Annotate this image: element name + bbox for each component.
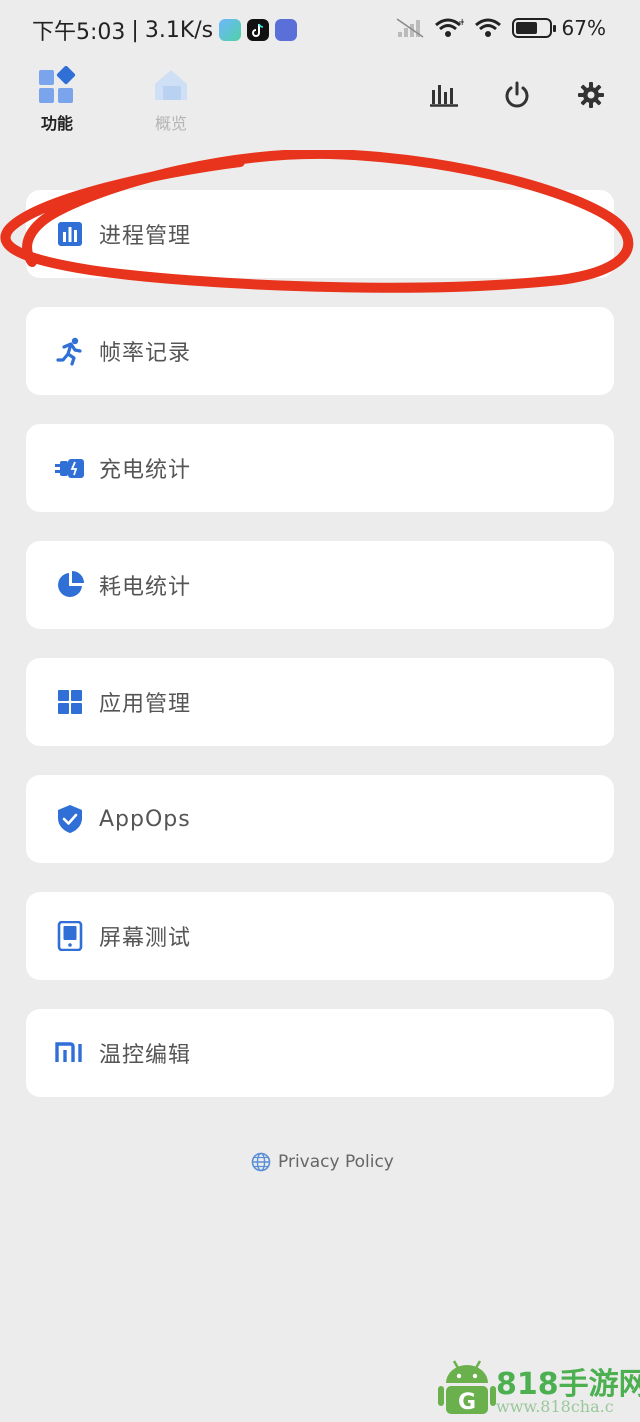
statistics-button[interactable] xyxy=(427,78,461,112)
settings-button[interactable] xyxy=(574,78,608,112)
menu-item-frame-rate[interactable]: 帧率记录 xyxy=(26,307,614,395)
status-time: 下午5:03 xyxy=(32,20,126,45)
tab-functions-label: 功能 xyxy=(40,114,73,133)
gallery-app-icon xyxy=(219,19,242,41)
tab-functions[interactable]: 功能 xyxy=(27,66,87,134)
status-right: + 67% xyxy=(396,16,606,40)
status-left: 下午5:03 | 3.1K/s xyxy=(32,14,298,46)
menu-item-label: AppOps xyxy=(99,806,191,832)
menu-item-label: 充电统计 xyxy=(99,458,192,483)
menu-item-label: 应用管理 xyxy=(99,692,192,717)
menu-item-label: 耗电统计 xyxy=(99,575,192,600)
shield-check-icon xyxy=(54,803,86,835)
battery-icon xyxy=(511,18,556,38)
svg-text:G: G xyxy=(458,1390,476,1415)
status-bar: 下午5:03 | 3.1K/s + 67% xyxy=(0,0,640,58)
tab-overview-label: 概览 xyxy=(154,114,187,133)
menu-item-label: 屏幕测试 xyxy=(99,926,192,951)
menu-item-label: 温控编辑 xyxy=(99,1043,192,1068)
charger-icon xyxy=(54,452,86,484)
menu-item-label: 进程管理 xyxy=(99,224,192,249)
menu-item-process-management[interactable]: 进程管理 xyxy=(26,190,614,278)
svg-text:+: + xyxy=(458,17,464,28)
menu-item-appops[interactable]: AppOps xyxy=(26,775,614,863)
status-separator: | xyxy=(131,17,139,43)
gear-icon xyxy=(578,82,604,108)
android-robot-logo-icon: G xyxy=(438,1360,496,1415)
power-button[interactable] xyxy=(500,78,534,112)
privacy-policy-label: Privacy Policy xyxy=(278,1152,394,1172)
privacy-policy-link[interactable]: Privacy Policy xyxy=(251,1152,394,1172)
bar-chart-outline-icon xyxy=(430,85,458,107)
bar-chart-icon xyxy=(54,218,86,250)
chat-app-icon xyxy=(275,19,298,41)
menu-item-charging-stats[interactable]: 充电统计 xyxy=(26,424,614,512)
tiktok-app-icon xyxy=(247,19,270,41)
pie-chart-icon xyxy=(54,569,86,601)
watermark: G 818手游网 www.818cha.c xyxy=(438,1355,640,1422)
mi-logo-icon xyxy=(54,1037,86,1069)
menu-item-screen-test[interactable]: 屏幕测试 xyxy=(26,892,614,980)
network-speed: 3.1K/s xyxy=(144,17,214,43)
battery-percent: 67% xyxy=(561,16,606,40)
home-icon xyxy=(155,70,187,100)
globe-icon xyxy=(251,1152,271,1172)
tablet-icon xyxy=(54,920,86,952)
functions-grid-icon xyxy=(39,66,76,103)
signal-icon xyxy=(396,18,423,38)
grid-icon xyxy=(54,686,86,718)
watermark-url: www.818cha.c xyxy=(496,1397,614,1416)
wifi-plus-icon: + xyxy=(434,17,464,37)
wifi-icon xyxy=(474,18,501,37)
battery-fill xyxy=(515,22,537,34)
menu-item-label: 帧率记录 xyxy=(99,341,192,366)
tab-overview[interactable]: 概览 xyxy=(141,66,201,134)
power-icon xyxy=(505,81,529,108)
menu-item-app-management[interactable]: 应用管理 xyxy=(26,658,614,746)
menu-item-power-consumption[interactable]: 耗电统计 xyxy=(26,541,614,629)
running-icon xyxy=(54,335,86,367)
menu-item-thermal-edit[interactable]: 温控编辑 xyxy=(26,1009,614,1097)
menu-list: 进程管理 帧率记录 充电统计 耗电统计 应用管理 AppOps 屏幕测试 温控编… xyxy=(26,190,614,1126)
